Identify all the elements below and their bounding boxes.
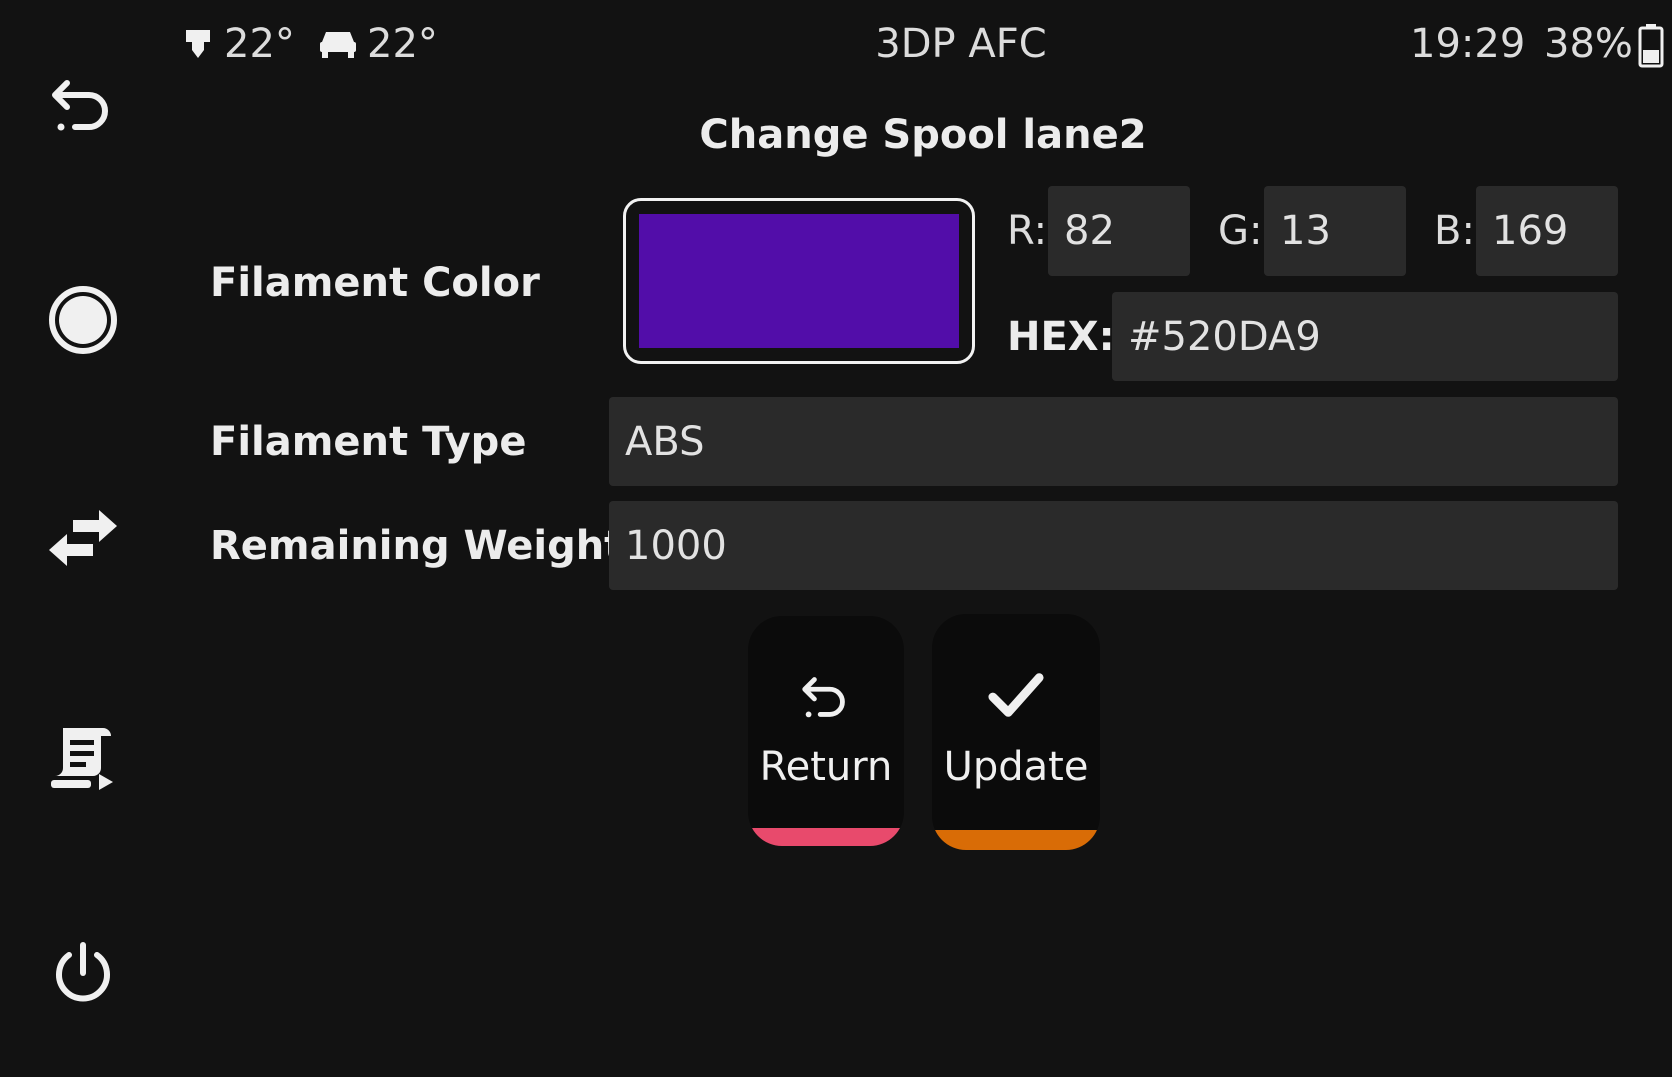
battery-icon [1638,24,1664,68]
bed-icon [320,32,356,58]
update-accent [932,830,1100,850]
filament-type-value: ABS [625,418,705,465]
hex-value: #520DA9 [1128,313,1321,360]
filament-color-label: Filament Color [210,260,540,306]
return-accent [748,828,904,846]
blue-value: 169 [1492,208,1569,254]
remaining-weight-label: Remaining Weight [210,523,624,569]
status-bar: 22° 22° 3DP AFC 19:29 38% [170,0,1672,90]
return-label: Return [759,744,893,790]
red-input[interactable]: 82 [1048,186,1190,276]
extruder-icon [186,30,210,58]
hex-label: HEX: [1007,314,1115,360]
hex-input[interactable]: #520DA9 [1112,292,1618,381]
undo-arrow-icon [52,80,108,131]
power-button[interactable] [35,925,131,1021]
r-label: R: [1007,208,1048,254]
update-label: Update [943,744,1089,790]
remaining-weight-value: 1000 [625,522,727,569]
bed-temp-value: 22° [367,21,438,67]
filament-type-label: Filament Type [210,419,527,465]
print-queue-icon [51,728,113,790]
blue-input[interactable]: 169 [1476,186,1618,276]
page-title: Change Spool lane2 [699,112,1147,158]
color-swatch [639,214,959,348]
printer-name: 3DP AFC [875,21,1047,67]
circle-icon [49,286,117,354]
red-value: 82 [1064,208,1115,254]
green-input[interactable]: 13 [1264,186,1406,276]
home-button[interactable] [35,272,131,368]
print-queue-button[interactable] [35,708,131,804]
remaining-weight-input[interactable]: 1000 [609,501,1618,590]
checkmark-icon [988,673,1044,717]
sidebar [0,0,170,1077]
b-label: B: [1434,208,1475,254]
return-button[interactable]: Return [748,616,904,846]
update-button[interactable]: Update [932,614,1100,850]
color-swatch-button[interactable] [623,198,975,364]
undo-arrow-icon [802,677,845,718]
swap-button[interactable] [35,490,131,586]
g-label: G: [1218,208,1263,254]
extruder-temp-value: 22° [224,21,295,67]
bed-temp: 22° [317,18,438,70]
swap-arrows-icon [49,510,117,566]
back-button[interactable] [35,55,131,151]
extruder-temp: 22° [180,18,295,70]
battery-percent: 38% [1544,21,1633,67]
clock: 19:29 [1410,21,1526,67]
green-value: 13 [1280,208,1331,254]
filament-type-input[interactable]: ABS [609,397,1618,486]
power-icon [56,942,110,1002]
